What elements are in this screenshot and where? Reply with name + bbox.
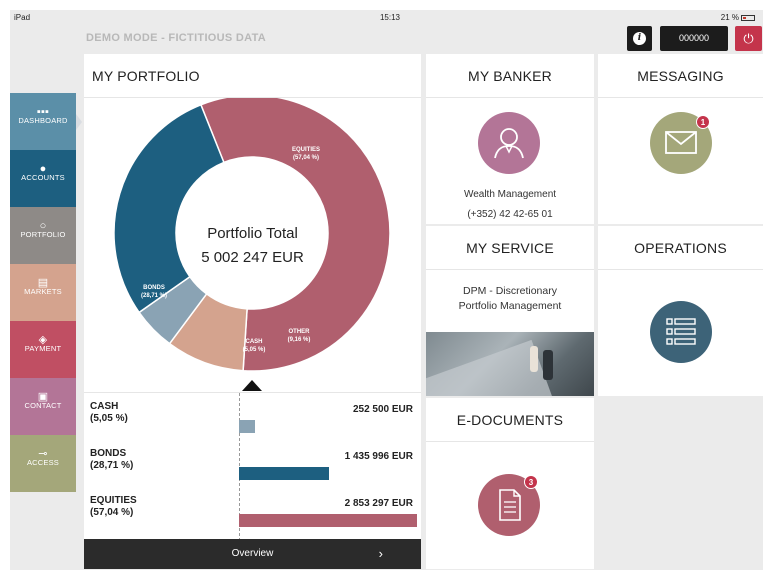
row-bar (239, 514, 417, 527)
sidebar-item-contact[interactable]: ▣ CONTACT (10, 378, 76, 435)
payment-icon: ◈ (38, 334, 48, 346)
row-pct: (57,04 %) (90, 507, 134, 518)
row-amount: 2 853 297 EUR (344, 498, 413, 509)
list-icon (650, 301, 712, 363)
service-line1: DPM - Discretionary (463, 285, 557, 297)
operations-title: OPERATIONS (598, 226, 763, 270)
equities-slice-name: EQUITIES (291, 147, 320, 153)
row-label: EQUITIES (57,04 %) (90, 495, 137, 519)
cash-slice-pct: (5,05 %) (242, 347, 266, 353)
sidebar-item-label: PAYMENT (24, 344, 62, 353)
sidebar-item-accounts[interactable]: ● ACCOUNTS (10, 150, 76, 207)
clock: 15:13 (379, 13, 401, 22)
sidebar-item-label: DASHBOARD (18, 116, 68, 125)
service-title: MY SERVICE (426, 226, 594, 270)
overview-label: Overview (231, 548, 274, 559)
person-icon (478, 112, 540, 174)
overview-button[interactable]: Overview › (84, 539, 421, 569)
grid-icon: ▪▪▪ (36, 106, 50, 118)
banker-phone[interactable]: (+352) 42 42-65 01 (426, 209, 594, 220)
info-icon: i (633, 32, 646, 45)
messaging-panel[interactable]: MESSAGING 1 (598, 54, 763, 224)
row-label: CASH (5,05 %) (90, 401, 128, 425)
bonds-slice-pct: (28,71 %) (140, 293, 167, 299)
allocation-list: CASH (5,05 %) 252 500 EUR BONDS (28,71 %) 1 4… (84, 392, 421, 541)
service-panel[interactable]: MY SERVICE DPM - Discretionary Portfolio… (426, 226, 594, 396)
row-label: BONDS (28,71 %) (90, 448, 133, 472)
sidebar-item-payment[interactable]: ◈ PAYMENT (10, 321, 76, 378)
row-bar (239, 467, 329, 480)
row-amount: 252 500 EUR (352, 404, 413, 415)
slice-label-equities: EQUITIES (57,04 %) (281, 146, 331, 162)
edocuments-badge: 3 (524, 475, 538, 489)
logout-button[interactable]: ⏻ (735, 26, 762, 51)
portfolio-total-label: Portfolio Total (207, 225, 298, 242)
ring-icon: ○ (39, 220, 47, 232)
messaging-title: MESSAGING (598, 54, 763, 98)
portfolio-title: MY PORTFOLIO (84, 54, 421, 98)
edocuments-panel[interactable]: E-DOCUMENTS 3 (426, 398, 594, 569)
business-photo (426, 332, 594, 396)
demo-mode-label: DEMO MODE - FICTITIOUS DATA (86, 32, 267, 44)
slice-label-cash: CASH (5,05 %) (234, 338, 274, 354)
cash-slice-name: CASH (245, 339, 263, 345)
messaging-badge: 1 (696, 115, 710, 129)
sidebar-item-label: CONTACT (24, 401, 62, 410)
row-name: BONDS (90, 448, 127, 459)
list-glyph (666, 318, 696, 345)
sidebar-item-access[interactable]: ⊸ ACCESS (10, 435, 76, 492)
person-glyph (494, 128, 524, 159)
sidebar-item-markets[interactable]: ▤ MARKETS (10, 264, 76, 321)
row-name: EQUITIES (90, 495, 137, 506)
selection-pointer (242, 380, 262, 391)
battery-icon (741, 15, 755, 21)
banker-panel[interactable]: MY BANKER Wealth Management (+352) 42 42… (426, 54, 594, 224)
bonds-slice-name: BONDS (143, 285, 165, 291)
sidebar-item-dashboard[interactable]: ▪▪▪ DASHBOARD (10, 93, 82, 150)
sidebar: ▪▪▪ DASHBOARD ● ACCOUNTS ○ PORTFOLIO ▤ MARKETS ◈… (10, 93, 82, 492)
sidebar-item-portfolio[interactable]: ○ PORTFOLIO (10, 207, 76, 264)
banker-name: Wealth Management (463, 189, 557, 200)
sidebar-item-label: ACCESS (26, 458, 60, 467)
globe-icon: ● (39, 163, 47, 175)
user-code-button[interactable]: 000000 (660, 26, 728, 51)
battery-status: 21 % (721, 13, 755, 22)
operations-panel[interactable]: OPERATIONS (598, 226, 763, 396)
row-amount: 1 435 996 EUR (344, 451, 413, 462)
row-name: CASH (90, 401, 119, 412)
power-icon: ⏻ (743, 31, 754, 46)
battery-percent: 21 % (720, 13, 739, 22)
status-bar: iPad 15:13 21 % (10, 10, 763, 26)
contact-icon: ▣ (37, 391, 49, 403)
donut-slice-bonds[interactable] (113, 103, 225, 314)
slice-label-other: OTHER (9,16 %) (277, 328, 321, 344)
portfolio-total-value: 5 002 247 EUR (201, 249, 304, 266)
edocuments-title: E-DOCUMENTS (426, 398, 594, 442)
device-label: iPad (14, 13, 31, 22)
info-button[interactable]: i (627, 26, 652, 51)
other-slice-name: OTHER (288, 329, 310, 335)
banker-title: MY BANKER (426, 54, 594, 98)
slice-label-bonds: BONDS (28,71 %) (129, 284, 179, 300)
row-pct: (5,05 %) (90, 413, 128, 424)
app-frame: iPad 15:13 21 % DEMO MODE - FICTITIOUS D… (10, 10, 763, 570)
chevron-right-icon: › (378, 546, 383, 561)
portfolio-panel[interactable]: MY PORTFOLIO Portfolio Total 5 002 247 E… (84, 54, 421, 569)
sidebar-item-label: ACCOUNTS (21, 173, 65, 182)
markets-icon: ▤ (37, 277, 49, 289)
key-icon: ⊸ (38, 448, 48, 460)
equities-slice-pct: (57,04 %) (292, 155, 319, 161)
service-line2: Portfolio Management (458, 300, 562, 312)
sidebar-item-label: MARKETS (24, 287, 62, 296)
row-bar (239, 420, 255, 433)
sidebar-item-label: PORTFOLIO (20, 230, 66, 239)
row-pct: (28,71 %) (90, 460, 134, 471)
other-slice-pct: (9,16 %) (287, 337, 311, 343)
